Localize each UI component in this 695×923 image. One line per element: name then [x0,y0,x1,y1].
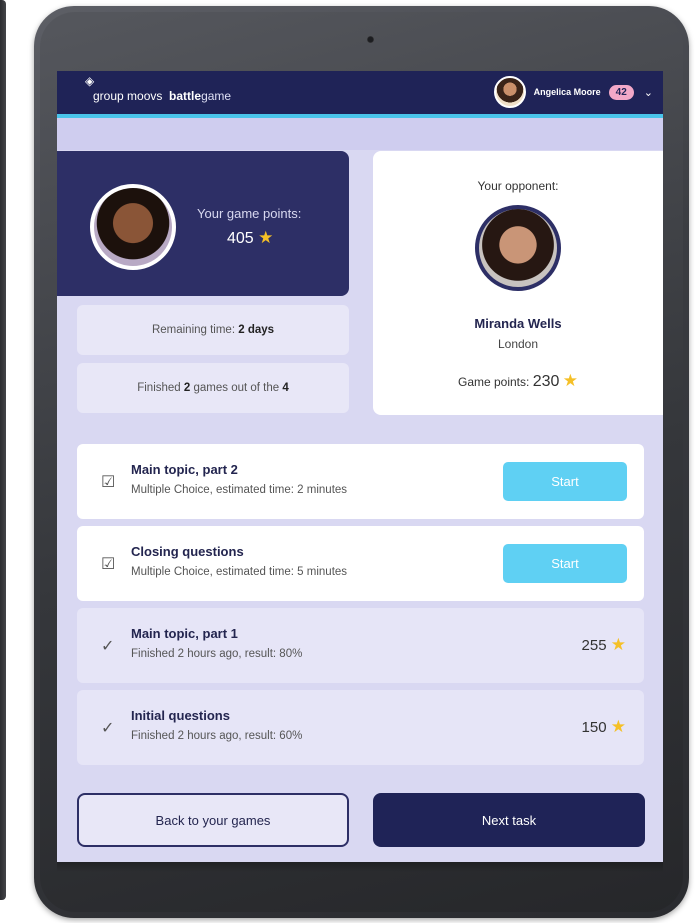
finished-total: 4 [282,382,289,394]
task-score-value: 255 [581,637,607,654]
start-button[interactable]: Start [503,544,627,583]
user-name: Angelica Moore [533,87,601,97]
opponent-card: Your opponent: Miranda Wells London Game… [373,151,663,415]
finished-count: 2 [183,382,191,394]
opponent-label: Your opponent: [477,179,559,193]
player-card: Your game points: 405 ★ [57,151,349,296]
player-points: 405 ★ [227,228,273,248]
player-avatar [90,184,176,270]
finished-label: Finished [137,382,181,394]
header-strip [57,118,663,150]
task-subtitle: Finished 2 hours ago, result: 60% [131,730,303,742]
checklist-icon: ☑ [101,556,116,573]
opponent-points-value: 230 [532,373,560,390]
logo-text: group moovs battlegame [93,89,231,103]
next-task-button[interactable]: Next task [373,793,645,847]
task-row: ☑ Main topic, part 2 Multiple Choice, es… [77,444,644,519]
player-points-value: 405 [227,230,254,247]
finished-games-box: Finished 2 games out of the 4 [77,363,349,413]
camera-icon [367,36,374,43]
remaining-time-box: Remaining time: 2 days [77,305,349,355]
opponent-points-label: Game points: [457,375,530,389]
remaining-time-value: 2 days [238,324,275,336]
task-subtitle: Multiple Choice, estimated time: 5 minut… [131,566,348,578]
task-row: ☑ Closing questions Multiple Choice, est… [77,526,644,601]
back-to-games-button[interactable]: Back to your games [77,793,349,847]
avatar[interactable] [493,76,526,108]
player-points-label: Your game points: [197,206,302,221]
task-title: Initial questions [131,708,230,723]
adjacent-device-edge [0,0,6,900]
task-title: Closing questions [131,544,244,559]
task-title: Main topic, part 2 [131,462,238,477]
checklist-icon: ☑ [101,474,116,491]
top-bar: ◈ group moovs battlegame Angelica Moore … [57,71,663,114]
star-icon: ★ [258,228,274,247]
finished-middle-text: games out of the [193,382,280,394]
task-title: Main topic, part 1 [131,626,238,641]
logo-prefix: group moovs [93,89,163,103]
user-menu[interactable]: Angelica Moore 42 ⌄ [493,76,653,108]
task-subtitle: Multiple Choice, estimated time: 2 minut… [131,484,348,496]
notification-badge[interactable]: 42 [608,84,634,100]
remaining-time-label: Remaining time: [151,324,236,336]
opponent-city: London [497,337,539,351]
task-score: 255 ★ [582,635,626,655]
stage: ◈ group moovs battlegame Angelica Moore … [0,0,695,923]
star-icon: ★ [610,635,626,654]
task-score-value: 150 [581,719,607,736]
logo-diamond-icon: ◈ [85,74,95,88]
opponent-avatar [475,205,561,291]
screen-bottom-shade [57,862,663,872]
opponent-name: Miranda Wells [474,316,562,331]
check-icon: ✓ [101,638,115,655]
start-button[interactable]: Start [503,462,627,501]
opponent-points: Game points: 230 ★ [373,371,663,391]
task-row: ✓ Main topic, part 1 Finished 2 hours ag… [77,608,644,683]
check-icon: ✓ [101,720,115,737]
star-icon: ★ [562,371,578,390]
task-row: ✓ Initial questions Finished 2 hours ago… [77,690,644,765]
task-score: 150 ★ [582,717,626,737]
task-subtitle: Finished 2 hours ago, result: 80% [131,648,303,660]
star-icon: ★ [610,717,626,736]
app-screen: ◈ group moovs battlegame Angelica Moore … [57,71,663,862]
chevron-down-icon[interactable]: ⌄ [644,86,653,99]
logo-bold: battle [169,89,202,103]
logo-suffix: game [201,89,232,103]
